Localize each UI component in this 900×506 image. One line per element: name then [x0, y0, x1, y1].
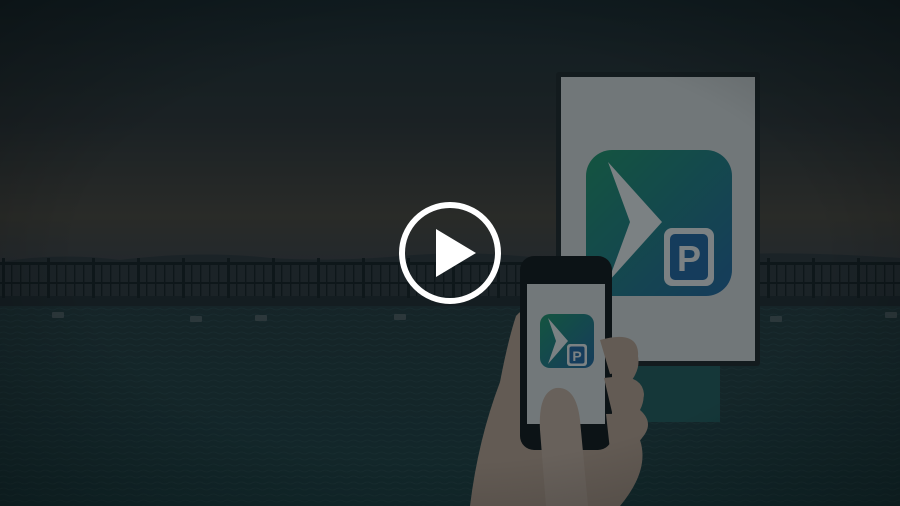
- video-player[interactable]: P P: [0, 0, 900, 506]
- video-thumbnail: P P: [0, 0, 900, 506]
